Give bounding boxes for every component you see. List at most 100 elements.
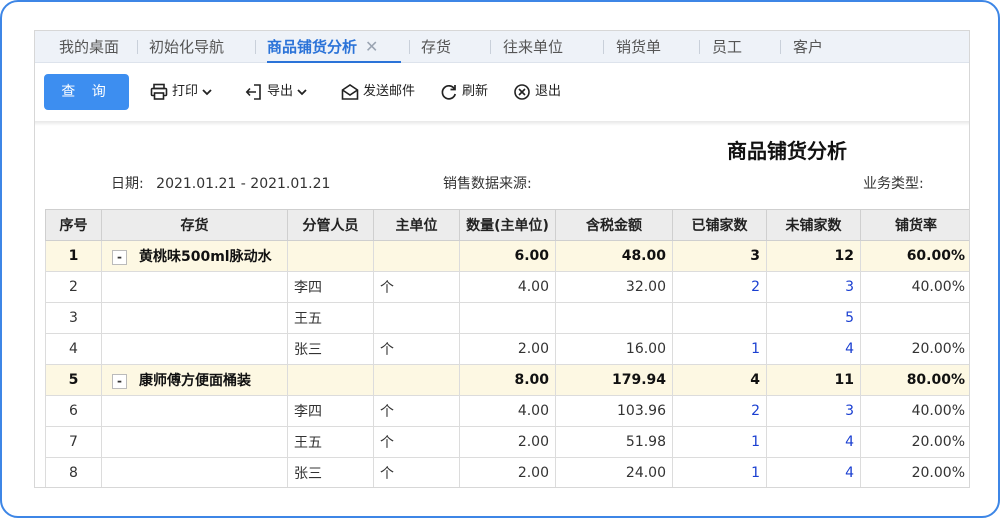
cell-seq: 2: [45, 271, 102, 303]
header-rate[interactable]: 铺货率: [860, 209, 969, 241]
cell-uncovered: 11: [766, 364, 861, 396]
cell-rate: 80.00%: [860, 364, 969, 396]
send-email-button[interactable]: 发送邮件: [341, 81, 415, 103]
cell-uncovered: 3: [766, 271, 861, 303]
tab-divider: [780, 40, 781, 54]
print-label: 打印: [172, 84, 199, 99]
header-item[interactable]: 存货: [101, 209, 288, 241]
table-row[interactable]: 2 李四个 4.00 32.00 2 3 40.00%: [45, 271, 969, 303]
cell-amount: 16.00: [555, 333, 673, 365]
tab-divider: [255, 40, 256, 54]
tab-customers[interactable]: 客户: [793, 31, 823, 63]
collapse-toggle-icon[interactable]: -: [112, 373, 127, 389]
cell-covered: 1: [672, 457, 767, 487]
cell-covered: 2: [672, 395, 767, 427]
cell-qty: [459, 302, 556, 334]
cell-seq: 7: [45, 426, 102, 458]
refresh-icon: [441, 84, 457, 100]
tab-divider: [409, 40, 410, 54]
tab-divider: [490, 40, 491, 54]
tab-sales-order[interactable]: 销货单: [616, 31, 661, 63]
tab-desktop[interactable]: 我的桌面: [59, 31, 119, 63]
cell-qty: 4.00: [459, 271, 556, 303]
cell-amount: 32.00: [555, 271, 673, 303]
table-row[interactable]: 4 张三个 2.00 16.00 1 4 20.00%: [45, 333, 969, 365]
cell-item: [101, 457, 288, 487]
cell-uncovered: 4: [766, 457, 861, 487]
print-button[interactable]: 打印: [150, 81, 212, 103]
cell-uncovered: 4: [766, 426, 861, 458]
cell-staff: 李四: [287, 271, 374, 303]
header-seq[interactable]: 序号: [45, 209, 102, 241]
table-row[interactable]: 6 李四个 4.00 103.96 2 3 40.00%: [45, 395, 969, 427]
header-amount[interactable]: 含税金额: [555, 209, 673, 241]
exit-button[interactable]: 退出: [513, 81, 561, 103]
query-button[interactable]: 查 询: [44, 74, 129, 110]
header-staff[interactable]: 分管人员: [287, 209, 374, 241]
business-type-label: 业务类型:: [863, 176, 924, 192]
table-group-row[interactable]: 1- 黄桃味500ml脉动水 6.00 48.00 3 12 60.00%: [45, 240, 969, 272]
tab-inventory[interactable]: 存货: [421, 31, 451, 63]
cell-unit: [373, 302, 460, 334]
cell-unit: 个: [373, 271, 460, 303]
header-covered[interactable]: 已铺家数: [672, 209, 767, 241]
cell-staff: 王五: [287, 426, 374, 458]
table-body: 1- 黄桃味500ml脉动水 6.00 48.00 3 12 60.00% 2 李四个 4.00 3…: [45, 240, 969, 487]
item-name: 康师傅方便面桶装: [139, 373, 251, 389]
outer-frame: 我的桌面 初始化导航 商品铺货分析 ✕ 存货 往来单位 销货单 员工 客户 查 询: [0, 0, 1000, 518]
cell-amount: 24.00: [555, 457, 673, 487]
collapse-toggle-icon[interactable]: -: [112, 249, 127, 265]
cell-rate: [860, 302, 969, 334]
cell-uncovered: 12: [766, 240, 861, 272]
table-row[interactable]: 3 王五 5: [45, 302, 969, 334]
cell-qty: 2.00: [459, 333, 556, 365]
header-unit[interactable]: 主单位: [373, 209, 460, 241]
cell-qty: 2.00: [459, 426, 556, 458]
exit-label: 退出: [535, 84, 562, 99]
chevron-down-icon: [297, 89, 307, 96]
cell-covered: 1: [672, 426, 767, 458]
tab-bar: 我的桌面 初始化导航 商品铺货分析 ✕ 存货 往来单位 销货单 员工 客户: [35, 31, 969, 63]
cell-seq: 1: [45, 240, 102, 272]
date-filter: 日期: 2021.01.21 - 2021.01.21: [111, 173, 330, 193]
table-row[interactable]: 8 张三个 2.00 24.00 1 4 20.00%: [45, 457, 969, 487]
cell-rate: 40.00%: [860, 395, 969, 427]
cell-unit: [373, 240, 460, 272]
header-qty[interactable]: 数量(主单位): [459, 209, 556, 241]
cell-amount: 103.96: [555, 395, 673, 427]
mail-icon: [341, 84, 359, 100]
cell-qty: 6.00: [459, 240, 556, 272]
cell-uncovered: 4: [766, 333, 861, 365]
cell-covered: 4: [672, 364, 767, 396]
cell-item: [101, 395, 288, 427]
tab-partners[interactable]: 往来单位: [503, 31, 563, 63]
toolbar: 查 询 打印 导出 发送邮件 刷新 退出: [35, 63, 969, 121]
cell-staff: [287, 364, 374, 396]
export-button[interactable]: 导出: [245, 81, 307, 103]
cell-item: - 黄桃味500ml脉动水: [101, 240, 288, 272]
header-uncovered[interactable]: 未铺家数: [766, 209, 861, 241]
printer-icon: [150, 83, 168, 100]
cell-uncovered: 5: [766, 302, 861, 334]
cell-staff: 李四: [287, 395, 374, 427]
tab-divider: [603, 40, 604, 54]
table-row[interactable]: 7 王五个 2.00 51.98 1 4 20.00%: [45, 426, 969, 458]
cell-qty: 2.00: [459, 457, 556, 487]
cell-unit: 个: [373, 457, 460, 487]
tab-distribution-analysis[interactable]: 商品铺货分析 ✕: [267, 31, 401, 63]
toolbar-divider: [35, 121, 969, 126]
cell-seq: 6: [45, 395, 102, 427]
tab-employees[interactable]: 员工: [712, 31, 742, 63]
cell-rate: 20.00%: [860, 457, 969, 487]
export-label: 导出: [267, 84, 294, 99]
close-icon[interactable]: ✕: [365, 37, 378, 56]
cell-unit: [373, 364, 460, 396]
cell-rate: 20.00%: [860, 426, 969, 458]
tab-divider: [137, 40, 138, 54]
cell-unit: 个: [373, 333, 460, 365]
cell-item: [101, 302, 288, 334]
refresh-button[interactable]: 刷新: [440, 81, 488, 103]
table-group-row[interactable]: 5- 康师傅方便面桶装 8.00 179.94 4 11 80.00%: [45, 364, 969, 396]
sales-source-label: 销售数据来源:: [443, 176, 532, 192]
tab-init-nav[interactable]: 初始化导航: [149, 31, 224, 63]
